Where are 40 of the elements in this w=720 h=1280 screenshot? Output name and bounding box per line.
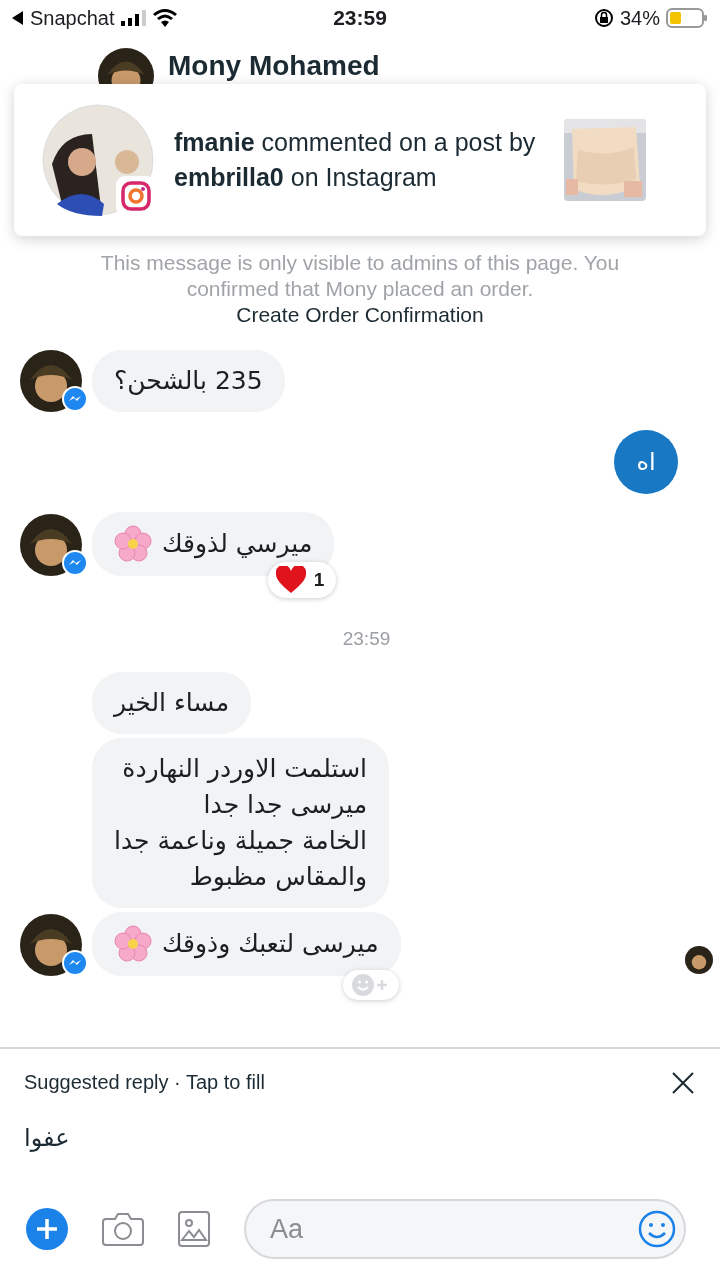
signal-icon [120, 10, 147, 26]
message-bubble[interactable]: مساء الخير [92, 672, 252, 734]
battery-percent: 34% [619, 6, 660, 30]
profile-avatar-icon [42, 104, 154, 216]
message-bubble[interactable]: ميرسى لتعبك وذوقك [92, 912, 401, 976]
message-input-field[interactable]: Aa [244, 1199, 686, 1259]
wifi-icon [152, 9, 177, 27]
flower-icon [114, 525, 152, 563]
back-arrow-icon[interactable] [12, 11, 24, 25]
messenger-badge-icon [62, 386, 88, 412]
rotation-lock-icon [593, 8, 614, 28]
system-message: This message is only visible to admins of this page. You confirmed that Mony placed an order. [99, 250, 621, 302]
messenger-badge-icon [62, 950, 88, 976]
emoji-icon[interactable] [638, 1210, 676, 1248]
message-timestamp: 23:59 [341, 628, 392, 650]
notification-text: fmanie commented on a post by embrilla0 on Instagram [174, 127, 537, 193]
image-icon[interactable] [178, 1211, 210, 1247]
contact-name: Mony Mohamed [168, 50, 380, 82]
reaction-badge[interactable]: 1 [267, 562, 337, 598]
clock-time: 23:59 [333, 6, 387, 30]
close-icon[interactable] [672, 1071, 694, 1094]
back-app-link[interactable]: Snapchat [30, 6, 115, 30]
message-text: ميرسي لذوقك [162, 528, 313, 561]
camera-icon[interactable] [102, 1211, 144, 1247]
messenger-badge-icon [62, 550, 88, 576]
message-bubble[interactable]: اه [614, 430, 678, 494]
message-text: استلمت الاوردر النهاردة ميرسى جدا جدا الخامة جميلة وناعمة جدا والمقاس مظبوط [114, 753, 368, 894]
message-text: 235 بالشحن؟ [114, 365, 263, 397]
suggestion-label: Suggested reply · Tap to fill [24, 1071, 265, 1094]
order-confirmation-link[interactable]: Create Order Confirmation [236, 302, 484, 328]
notification-toast[interactable]: fmanie commented on a post by embrilla0 on Instagram [14, 84, 706, 236]
message-text: مساء الخير [114, 687, 230, 719]
message-text: ميرسى لتعبك وذوقك [162, 928, 379, 961]
suggested-reply[interactable]: عفوا [24, 1124, 70, 1152]
heart-icon [275, 566, 306, 594]
message-bubble[interactable]: 235 بالشحن؟ [92, 350, 285, 412]
message-bubble[interactable]: استلمت الاوردر النهاردة ميرسى جدا جدا الخامة جميلة وناعمة جدا والمقاس مظبوط [92, 738, 390, 908]
add-icon[interactable] [26, 1208, 68, 1250]
flower-icon [114, 925, 152, 963]
battery-icon [666, 8, 708, 28]
